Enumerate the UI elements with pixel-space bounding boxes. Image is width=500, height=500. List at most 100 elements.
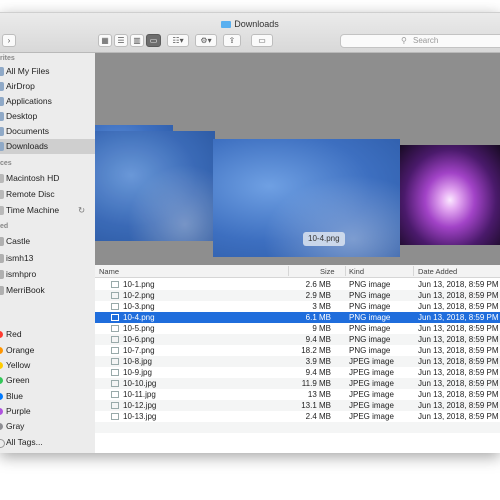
search-field[interactable]: ⚲ Search — [340, 34, 500, 48]
icon-view-button[interactable]: ▦ — [98, 34, 112, 47]
coverflow-thumb-selected[interactable]: 10-4.png — [213, 139, 400, 257]
image-file-icon — [111, 347, 119, 354]
image-file-icon — [111, 325, 119, 332]
column-name-header[interactable]: Name — [99, 267, 119, 276]
sidebar-tag-red[interactable]: Red — [0, 327, 95, 342]
table-row[interactable]: 10-9.jpg 9.4 MB JPEG image Jun 13, 2018, 8:… — [95, 367, 500, 378]
table-row[interactable]: 10-2.png 2.9 MB PNG image Jun 13, 2018, 8:5… — [95, 290, 500, 301]
coverflow-thumb-right[interactable] — [400, 145, 500, 245]
sidebar-all-tags[interactable]: All Tags... — [0, 435, 95, 450]
tag-dot-icon — [0, 362, 3, 369]
image-file-icon — [111, 413, 119, 420]
table-row-empty — [95, 433, 500, 444]
documents-icon — [0, 127, 4, 136]
coverflow-thumb-left[interactable] — [95, 131, 215, 241]
image-file-icon — [111, 380, 119, 387]
sidebar-item-documents[interactable]: Documents — [0, 124, 95, 139]
table-row[interactable]: 10-7.png 18.2 MB PNG image Jun 13, 2018, 8:… — [95, 345, 500, 356]
sidebar: rites All My Files AirDrop Applications … — [0, 53, 96, 453]
table-row-empty — [95, 422, 500, 433]
computer-icon — [0, 286, 4, 295]
sidebar-item-airdrop[interactable]: AirDrop — [0, 79, 95, 94]
time-machine-icon — [0, 206, 4, 215]
share-button[interactable]: ⇪ — [223, 34, 241, 47]
computer-icon — [0, 270, 4, 279]
image-file-icon — [111, 391, 119, 398]
tag-dot-icon — [0, 347, 3, 354]
table-row[interactable]: 10-6.png 9.4 MB PNG image Jun 13, 2018, 8:5… — [95, 334, 500, 345]
computer-icon — [0, 254, 4, 263]
coverflow-preview[interactable]: 10-4.png — [95, 53, 500, 265]
sidebar-tag-yellow[interactable]: Yellow — [0, 358, 95, 373]
sidebar-tag-purple[interactable]: Purple — [0, 404, 95, 419]
sidebar-item-ismhpro[interactable]: ismhpro — [0, 267, 95, 282]
coverflow-view-button[interactable]: ▭ — [146, 34, 161, 47]
sidebar-item-ismh13[interactable]: ismh13 — [0, 251, 95, 266]
search-placeholder: Search — [413, 36, 439, 45]
sidebar-tag-orange[interactable]: Orange — [0, 343, 95, 358]
eject-icon[interactable]: ↻ — [78, 203, 85, 218]
folder-icon — [221, 21, 232, 28]
tag-dot-icon — [0, 423, 3, 430]
desktop-icon — [0, 112, 4, 121]
table-row[interactable]: 10-8.jpg 3.9 MB JPEG image Jun 13, 2018, 8:… — [95, 356, 500, 367]
table-row[interactable]: 10-5.png 9 MB PNG image Jun 13, 2018, 8:59 … — [95, 323, 500, 334]
list-view-button[interactable]: ☰ — [114, 34, 128, 47]
table-row[interactable]: 10-11.jpg 13 MB JPEG image Jun 13, 2018, 8:… — [95, 389, 500, 400]
tag-dot-icon — [0, 331, 3, 338]
sidebar-shared-header: ed — [0, 223, 9, 230]
airdrop-icon — [0, 82, 4, 91]
group-by-button[interactable]: ☷▾ — [167, 34, 189, 47]
column-size-header[interactable]: Size — [320, 267, 335, 276]
sidebar-item-applications[interactable]: Applications — [0, 94, 95, 109]
applications-icon — [0, 97, 4, 106]
sidebar-item-merribook[interactable]: MerriBook — [0, 283, 95, 298]
column-kind-header[interactable]: Kind — [349, 267, 364, 276]
list-header: Name Size Kind Date Added — [95, 265, 500, 278]
forward-button[interactable]: › — [2, 34, 16, 47]
file-list: Name Size Kind Date Added 10-1.png 2.6 MB… — [95, 265, 500, 453]
edit-tags-button[interactable]: ▭ — [251, 34, 273, 47]
image-file-icon — [111, 303, 119, 310]
table-row[interactable]: 10-1.png 2.6 MB PNG image Jun 13, 2018, 8:5… — [95, 279, 500, 290]
table-row[interactable]: 10-12.jpg 13.1 MB JPEG image Jun 13, 2018, … — [95, 400, 500, 411]
tag-dot-icon — [0, 377, 3, 384]
column-date-header[interactable]: Date Added — [418, 267, 457, 276]
sidebar-item-castle[interactable]: Castle — [0, 234, 95, 249]
column-view-button[interactable]: ▥ — [130, 34, 144, 47]
image-file-icon — [111, 358, 119, 365]
sidebar-tag-green[interactable]: Green — [0, 373, 95, 388]
image-file-icon — [111, 292, 119, 299]
downloads-icon — [0, 142, 4, 151]
table-row[interactable]: 10-13.jpg 2.4 MB JPEG image Jun 13, 2018, 8… — [95, 411, 500, 422]
sidebar-item-remote-disc[interactable]: Remote Disc — [0, 187, 95, 202]
disc-icon — [0, 190, 4, 199]
sidebar-item-all-my-files[interactable]: All My Files — [0, 64, 95, 79]
sidebar-item-downloads[interactable]: Downloads — [0, 139, 95, 154]
sidebar-tag-blue[interactable]: Blue — [0, 389, 95, 404]
column-separator[interactable] — [288, 266, 289, 276]
sidebar-item-macintosh-hd[interactable]: Macintosh HD — [0, 171, 95, 186]
coverflow-view-icon: ▭ — [149, 36, 158, 45]
sidebar-tag-gray[interactable]: Gray — [0, 419, 95, 434]
column-separator[interactable] — [345, 266, 346, 276]
tag-dot-icon — [0, 408, 3, 415]
finder-window: Downloads › ▦ ☰ ▥ ▭ ☷▾ ⚙▾ ⇪ ▭ ⚲ Search r… — [0, 12, 500, 453]
sidebar-devices-header: ces — [0, 160, 12, 167]
table-row[interactable]: 10-10.jpg 11.9 MB JPEG image Jun 13, 2018, … — [95, 378, 500, 389]
sidebar-item-time-machine[interactable]: Time Machine ↻ — [0, 203, 95, 218]
image-file-icon — [111, 336, 119, 343]
list-view-icon: ☰ — [117, 36, 125, 45]
table-row-selected[interactable]: 10-4.png 6.1 MB PNG image Jun 13, 2018, 8:5… — [95, 312, 500, 323]
image-file-icon — [111, 369, 119, 376]
column-separator[interactable] — [413, 266, 414, 276]
tag-dot-icon — [0, 393, 3, 400]
coverflow-selected-label: 10-4.png — [303, 232, 345, 246]
search-icon: ⚲ — [401, 36, 407, 45]
action-gear-button[interactable]: ⚙▾ — [195, 34, 217, 47]
sidebar-item-desktop[interactable]: Desktop — [0, 109, 95, 124]
window-title: Downloads — [0, 19, 500, 29]
computer-icon — [0, 237, 4, 246]
table-row[interactable]: 10-3.png 3 MB PNG image Jun 13, 2018, 8:59 … — [95, 301, 500, 312]
tag-dot-icon — [0, 439, 5, 448]
